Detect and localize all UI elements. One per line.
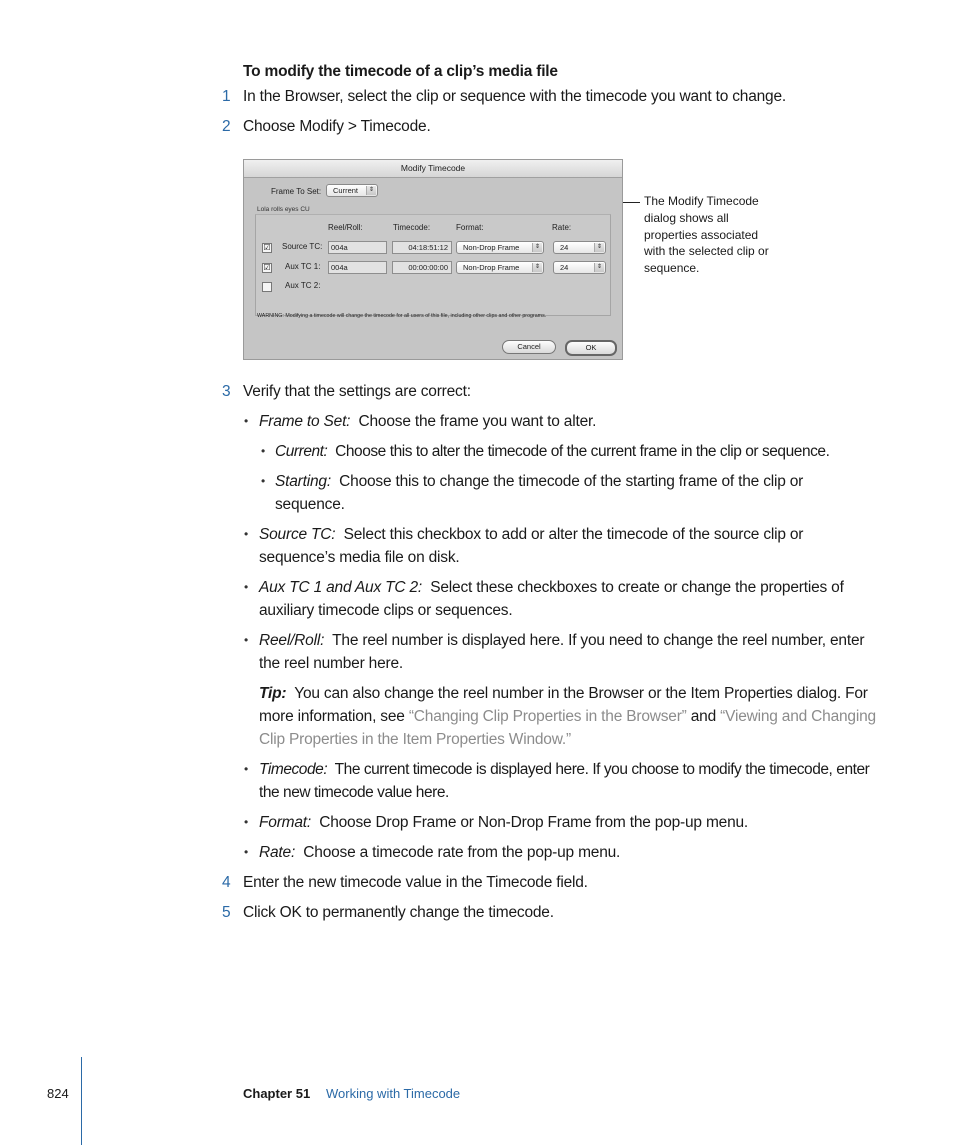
bullet-icon: •	[244, 815, 249, 829]
tip-label: Tip:	[259, 685, 287, 702]
frame-to-set-label: Frame To Set:	[271, 187, 322, 196]
modify-timecode-dialog: Modify Timecode Frame To Set: Current ⇕ …	[243, 159, 623, 360]
ok-button[interactable]: OK	[565, 340, 617, 356]
procedure-heading: To modify the timecode of a clip’s media…	[243, 63, 558, 80]
bullet-timecode: Timecode: The current timecode is displa…	[259, 758, 884, 804]
step-text: In the Browser, select the clip or seque…	[243, 88, 786, 105]
aux-tc2-label: Aux TC 2:	[285, 281, 321, 290]
aux1-timecode-field[interactable]: 00:00:00:00	[392, 261, 452, 274]
rate-value: 24	[560, 263, 569, 272]
step-number: 1	[222, 88, 231, 105]
format-value: Non-Drop Frame	[463, 243, 520, 252]
source-reel-field[interactable]: 004a	[328, 241, 387, 254]
tip-and: and	[686, 708, 721, 725]
aux1-format-popup[interactable]: Non-Drop Frame ⇕	[456, 261, 544, 274]
figure-callout: The Modify Timecode dialog shows all pro…	[644, 194, 769, 276]
bullet-current: Current: Choose this to alter the timeco…	[275, 440, 885, 463]
aux-tc1-checkbox[interactable]: ☑	[262, 263, 272, 273]
step-number: 3	[222, 383, 231, 400]
step-text: Choose Modify > Timecode.	[243, 118, 431, 135]
step-number: 2	[222, 118, 231, 135]
clip-tab[interactable]: Lola rolls eyes CU	[257, 206, 310, 213]
rate-value: 24	[560, 243, 569, 252]
chapter-title: Working with Timecode	[326, 1086, 461, 1101]
definition: Choose this to alter the timecode of the…	[335, 443, 830, 460]
callout-leader-line	[623, 202, 640, 203]
bullet-format: Format: Choose Drop Frame or Non-Drop Fr…	[259, 811, 879, 834]
term: Reel/Roll:	[259, 632, 325, 649]
step-text: Enter the new timecode value in the Time…	[243, 874, 588, 891]
popup-arrows-icon: ⇕	[594, 263, 604, 272]
warning-text: WARNING: Modifying a timecode will chang…	[257, 313, 547, 319]
column-rate: Rate:	[552, 223, 572, 232]
column-reel-roll: Reel/Roll:	[328, 223, 363, 232]
page-number: 824	[47, 1086, 69, 1101]
frame-to-set-value: Current	[333, 186, 359, 195]
column-format: Format:	[456, 223, 484, 232]
format-value: Non-Drop Frame	[463, 263, 520, 272]
bullet-icon: •	[244, 633, 249, 647]
source-timecode-field[interactable]: 04:18:51:12	[392, 241, 452, 254]
bullet-source-tc: Source TC: Select this checkbox to add o…	[259, 523, 859, 569]
aux-tc2-checkbox[interactable]	[262, 282, 272, 292]
bullet-aux-tc: Aux TC 1 and Aux TC 2: Select these chec…	[259, 576, 879, 622]
source-rate-popup[interactable]: 24 ⇕	[553, 241, 606, 254]
term: Format:	[259, 814, 311, 831]
definition: Choose the frame you want to alter.	[358, 413, 597, 430]
term: Timecode:	[259, 761, 328, 778]
chapter-label: Chapter 51	[243, 1086, 311, 1101]
definition: Choose a timecode rate from the pop-up m…	[303, 844, 621, 861]
term: Current:	[275, 443, 328, 460]
column-timecode: Timecode:	[393, 223, 431, 232]
bullet-icon: •	[244, 580, 249, 594]
term: Source TC:	[259, 526, 336, 543]
bullet-icon: •	[244, 414, 249, 428]
popup-arrows-icon: ⇕	[532, 263, 542, 272]
term: Rate:	[259, 844, 296, 861]
aux-tc1-label: Aux TC 1:	[285, 262, 321, 271]
bullet-starting: Starting: Choose this to change the time…	[275, 470, 875, 516]
bullet-icon: •	[261, 444, 266, 458]
frame-to-set-popup[interactable]: Current ⇕	[326, 184, 378, 197]
term: Frame to Set:	[259, 413, 351, 430]
bullet-icon: •	[244, 527, 249, 541]
step-number: 5	[222, 904, 231, 921]
term: Starting:	[275, 473, 331, 490]
definition: Select this checkbox to add or alter the…	[259, 526, 804, 566]
source-format-popup[interactable]: Non-Drop Frame ⇕	[456, 241, 544, 254]
definition: Choose Drop Frame or Non-Drop Frame from…	[319, 814, 749, 831]
link-browser-properties[interactable]: “Changing Clip Properties in the Browser…	[409, 708, 687, 725]
definition: Choose this to change the timecode of th…	[275, 473, 804, 513]
bullet-icon: •	[261, 474, 266, 488]
step-number: 4	[222, 874, 231, 891]
popup-arrows-icon: ⇕	[532, 243, 542, 252]
bullet-rate: Rate: Choose a timecode rate from the po…	[259, 841, 879, 864]
popup-arrows-icon: ⇕	[366, 186, 376, 195]
bullet-frame-to-set: Frame to Set: Choose the frame you want …	[259, 410, 879, 433]
definition: The reel number is displayed here. If yo…	[259, 632, 865, 672]
dialog-title: Modify Timecode	[244, 160, 622, 178]
footer-rule	[81, 1057, 82, 1145]
cancel-button[interactable]: Cancel	[502, 340, 556, 354]
tip-paragraph: Tip: You can also change the reel number…	[259, 682, 884, 751]
step-text: Click OK to permanently change the timec…	[243, 904, 554, 921]
aux1-rate-popup[interactable]: 24 ⇕	[553, 261, 606, 274]
source-tc-label: Source TC:	[282, 242, 323, 251]
bullet-icon: •	[244, 762, 249, 776]
step-text: Verify that the settings are correct:	[243, 383, 471, 400]
source-tc-checkbox[interactable]: ☑	[262, 243, 272, 253]
aux1-reel-field[interactable]: 004a	[328, 261, 387, 274]
bullet-reel-roll: Reel/Roll: The reel number is displayed …	[259, 629, 879, 675]
term: Aux TC 1 and Aux TC 2:	[259, 579, 423, 596]
definition: The current timecode is displayed here. …	[259, 761, 870, 801]
popup-arrows-icon: ⇕	[594, 243, 604, 252]
bullet-icon: •	[244, 845, 249, 859]
